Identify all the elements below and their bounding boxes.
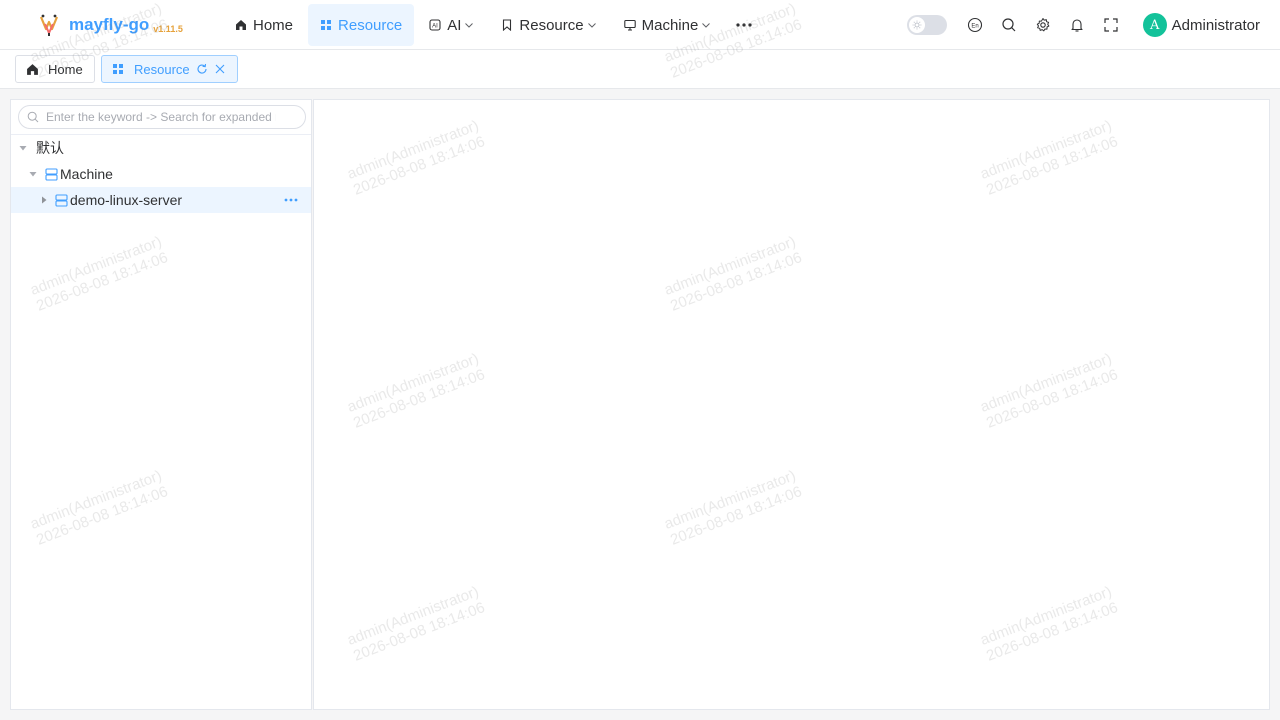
tree-search: [18, 105, 306, 129]
ai-icon: AI: [429, 19, 441, 31]
home-icon: [235, 19, 247, 31]
tag-home[interactable]: Home: [15, 55, 95, 83]
bookmark-icon: [501, 19, 513, 31]
tree-node-label: Machine: [60, 166, 113, 182]
user-menu[interactable]: A Administrator: [1142, 13, 1260, 37]
sun-icon: [908, 17, 925, 33]
grid-icon: [320, 19, 332, 31]
nav-item-resource[interactable]: Resource: [308, 4, 415, 46]
caret-right-icon[interactable]: [39, 195, 49, 205]
nav-item-label: Resource: [519, 16, 584, 34]
fullscreen-icon[interactable]: [1103, 17, 1119, 33]
avatar: A: [1142, 13, 1167, 37]
nav-item-resource-menu[interactable]: Resource: [489, 4, 608, 46]
top-navigation: Home Resource AI AI Resource Machine: [223, 4, 754, 46]
bell-icon[interactable]: [1069, 17, 1085, 33]
nav-item-home[interactable]: Home: [223, 4, 305, 46]
settings-icon[interactable]: [1035, 17, 1051, 33]
more-horizontal-icon[interactable]: [283, 193, 299, 207]
mayfly-logo-icon: [38, 13, 60, 37]
tree-node-label: 默认: [36, 140, 64, 156]
chevron-down-icon: [701, 20, 711, 30]
header-tools: En A Administrator: [906, 0, 1280, 50]
close-icon[interactable]: [214, 63, 226, 75]
resource-tree-panel: 默认 Machine demo-linux-server: [10, 99, 312, 710]
svg-text:En: En: [971, 23, 978, 29]
user-name: Administrator: [1171, 16, 1260, 34]
refresh-icon[interactable]: [196, 63, 208, 75]
theme-toggle[interactable]: [906, 15, 947, 35]
tree-node-machine[interactable]: Machine: [11, 161, 311, 187]
tree-search-input[interactable]: [46, 110, 276, 124]
app-version: v1.11.5: [153, 24, 183, 34]
server-icon: [55, 193, 68, 207]
more-horizontal-icon[interactable]: [734, 4, 754, 46]
tag-label: Resource: [134, 61, 190, 77]
tree-node-label: demo-linux-server: [70, 192, 183, 208]
search-icon: [27, 111, 39, 123]
nav-item-ai[interactable]: AI AI: [417, 4, 486, 46]
tags-view: Home Resource: [0, 50, 1280, 89]
top-header: mayfly-go v1.11.5 Home Resource AI AI Re…: [0, 0, 1280, 50]
nav-item-label: AI: [447, 16, 462, 34]
nav-item-machine[interactable]: Machine: [612, 4, 724, 46]
nav-item-label: Resource: [338, 16, 403, 34]
search-icon[interactable]: [1001, 17, 1017, 33]
tree-node-demo-linux-server[interactable]: demo-linux-server: [11, 187, 311, 213]
chevron-down-icon: [587, 20, 597, 30]
monitor-icon: [623, 19, 636, 31]
chevron-down-icon: [464, 20, 474, 30]
language-icon[interactable]: En: [967, 17, 983, 33]
server-icon: [45, 167, 58, 181]
app-logo[interactable]: mayfly-go v1.11.5: [38, 13, 183, 37]
svg-text:AI: AI: [432, 24, 438, 30]
nav-item-label: Home: [253, 16, 294, 34]
resource-content-panel: [313, 99, 1270, 710]
app-name: mayfly-go: [69, 15, 150, 34]
home-icon: [26, 63, 39, 76]
nav-item-label: Machine: [641, 16, 699, 34]
tree-node-default[interactable]: 默认: [11, 135, 311, 161]
caret-down-icon[interactable]: [18, 143, 28, 153]
tag-label: Home: [48, 61, 83, 77]
caret-down-icon[interactable]: [28, 169, 38, 179]
tag-resource[interactable]: Resource: [101, 55, 238, 83]
grid-icon: [112, 63, 125, 76]
